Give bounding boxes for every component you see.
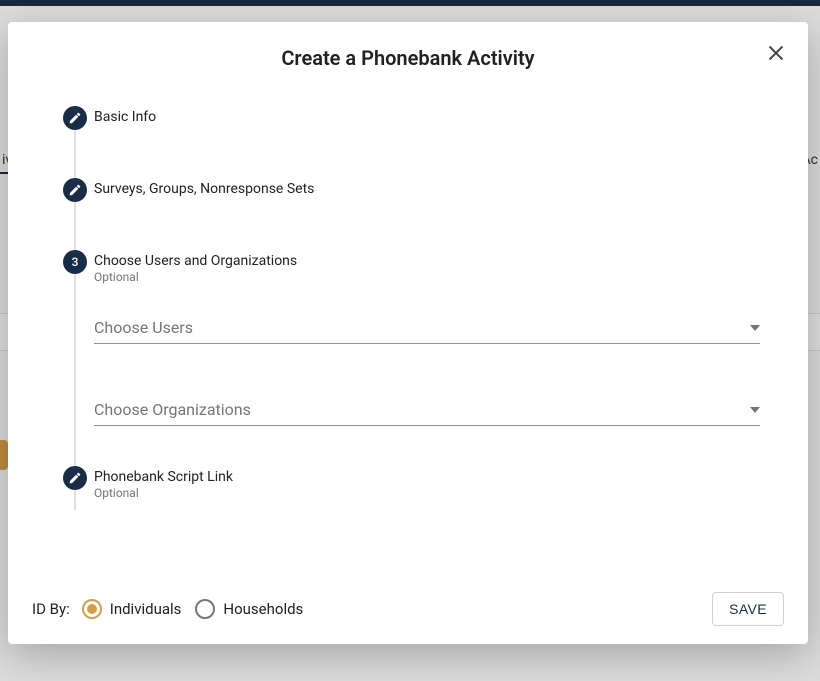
pencil-icon bbox=[63, 466, 87, 490]
close-button[interactable] bbox=[758, 36, 794, 72]
radio-individuals[interactable]: Individuals bbox=[78, 595, 186, 623]
save-button[interactable]: SAVE bbox=[712, 592, 784, 626]
radio-icon bbox=[195, 599, 215, 619]
pencil-icon bbox=[63, 106, 87, 130]
id-by-radio-group: ID By: Individuals Households bbox=[32, 595, 307, 623]
step-number-icon: 3 bbox=[63, 250, 87, 274]
create-phonebank-modal: Create a Phonebank Activity Basic Info bbox=[8, 22, 808, 644]
step-sublabel: Optional bbox=[94, 486, 760, 500]
select-placeholder: Choose Users bbox=[94, 318, 193, 337]
pencil-icon bbox=[63, 178, 87, 202]
radio-icon bbox=[82, 599, 102, 619]
close-icon bbox=[765, 42, 787, 67]
step-label: Surveys, Groups, Nonresponse Sets bbox=[94, 181, 760, 197]
modal-title: Create a Phonebank Activity bbox=[32, 46, 784, 70]
radio-label: Households bbox=[223, 600, 303, 618]
choose-users-select[interactable]: Choose Users bbox=[94, 312, 760, 344]
step-basic-info[interactable]: Basic Info bbox=[56, 106, 760, 178]
modal-header: Create a Phonebank Activity bbox=[8, 22, 808, 70]
step-surveys[interactable]: Surveys, Groups, Nonresponse Sets bbox=[56, 178, 760, 250]
id-by-label: ID By: bbox=[32, 600, 70, 618]
step-label: Choose Users and Organizations bbox=[94, 253, 760, 269]
step-choose-users-orgs: 3 Choose Users and Organizations Optiona… bbox=[56, 250, 760, 466]
choose-organizations-select[interactable]: Choose Organizations bbox=[94, 394, 760, 426]
select-placeholder: Choose Organizations bbox=[94, 400, 251, 419]
modal-body: Basic Info Surveys, Groups, Nonresponse … bbox=[8, 70, 808, 578]
step-label: Basic Info bbox=[94, 109, 760, 125]
radio-households[interactable]: Households bbox=[191, 595, 307, 623]
step-label: Phonebank Script Link bbox=[94, 469, 760, 485]
step-script-link[interactable]: Phonebank Script Link Optional bbox=[56, 466, 760, 506]
modal-footer: ID By: Individuals Households SAVE bbox=[8, 578, 808, 644]
step-sublabel: Optional bbox=[94, 270, 760, 284]
stepper: Basic Info Surveys, Groups, Nonresponse … bbox=[56, 106, 760, 506]
radio-label: Individuals bbox=[110, 600, 182, 618]
